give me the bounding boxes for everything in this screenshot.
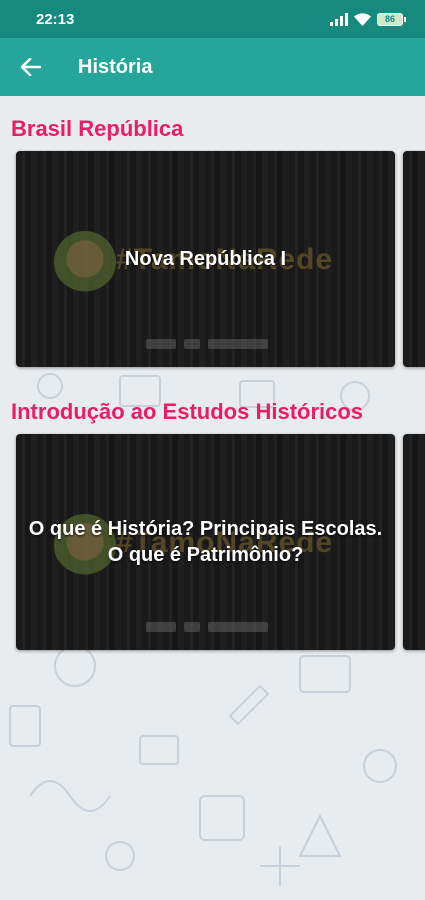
status-time: 22:13: [36, 10, 75, 28]
card-title: Nova República I: [124, 248, 287, 270]
app-bar: História: [0, 38, 425, 96]
page-title: História: [78, 55, 153, 78]
back-button[interactable]: [0, 38, 62, 96]
section-title: Brasil República: [11, 116, 184, 141]
video-card[interactable]: #TamoNaRede O que é História? Principais…: [16, 434, 395, 650]
arrow-left-icon: [21, 58, 41, 76]
status-icons: 86: [330, 12, 406, 26]
section-title: Introdução ao Estudos Históricos: [11, 399, 364, 424]
battery-level: 86: [384, 14, 395, 24]
card-title: O que é História? Principais Escolas. O …: [28, 518, 383, 566]
video-card[interactable]: #TamoNaRede Nova República I: [16, 151, 395, 367]
video-card-next[interactable]: [403, 434, 425, 650]
battery-icon: 86: [377, 12, 406, 26]
status-bar: 22:13 86: [0, 0, 425, 38]
signal-icon: [330, 12, 348, 26]
content-area[interactable]: Brasil República #TamoNaRede Nova Repúbl…: [0, 96, 425, 900]
wifi-icon: [354, 12, 371, 26]
video-card-next[interactable]: [403, 151, 425, 367]
